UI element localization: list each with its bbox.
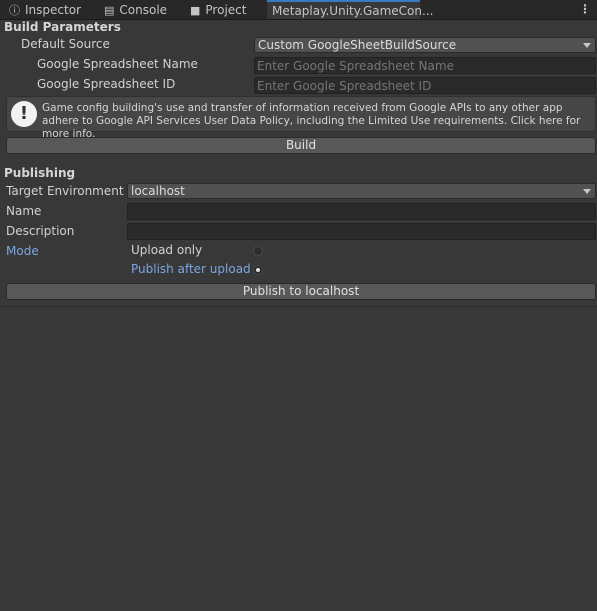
target-environment-dropdown[interactable]: localhost (127, 183, 596, 199)
tab-game-config-label: Metaplay.Unity.GameCon... (272, 4, 434, 18)
tab-console-label: Console (119, 3, 168, 17)
name-input[interactable] (127, 203, 596, 220)
warning-icon: ! (11, 101, 37, 127)
console-icon: ▤ (104, 4, 115, 17)
tab-inspector[interactable]: ⓘ Inspector (9, 0, 81, 19)
tab-project[interactable]: ■ Project (190, 0, 246, 19)
sheet-name-label: Google Spreadsheet Name (37, 57, 198, 71)
target-environment-label: Target Environment (6, 184, 124, 198)
info-icon: ⓘ (9, 4, 20, 17)
tab-project-label: Project (205, 3, 247, 17)
sheet-name-input[interactable] (254, 57, 596, 74)
build-button[interactable]: Build (6, 137, 596, 154)
mode-publish-after-upload-label[interactable]: Publish after upload (131, 262, 251, 276)
google-api-policy-helpbox[interactable]: ! Game config building's use and transfe… (6, 96, 596, 140)
default-source-label: Default Source (21, 37, 110, 51)
mode-upload-only-radio[interactable] (253, 246, 263, 256)
build-parameters-header: Build Parameters (4, 20, 121, 34)
publish-button[interactable]: Publish to localhost (6, 283, 596, 300)
chevron-down-icon (583, 43, 591, 48)
tab-game-config[interactable]: Metaplay.Unity.GameCon... (267, 0, 433, 19)
mode-label: Mode (6, 244, 39, 258)
target-environment-value: localhost (131, 184, 185, 198)
sheet-id-input[interactable] (254, 77, 596, 94)
sheet-id-label: Google Spreadsheet ID (37, 77, 176, 91)
description-label: Description (6, 224, 75, 238)
chevron-down-icon (583, 189, 591, 194)
more-options-icon[interactable]: ⋮ (579, 0, 591, 19)
tab-bar: ⓘ Inspector ▤ Console ■ Project Metaplay.Un… (0, 0, 597, 20)
tab-console[interactable]: ▤ Console (104, 0, 167, 19)
description-input[interactable] (127, 223, 596, 240)
mode-publish-after-upload-radio[interactable] (253, 265, 263, 275)
tab-inspector-label: Inspector (25, 3, 81, 17)
google-api-policy-text: Game config building's use and transfer … (42, 102, 581, 140)
default-source-value: Custom GoogleSheetBuildSource (258, 38, 457, 52)
section-divider (0, 306, 597, 307)
publishing-header: Publishing (4, 166, 76, 180)
folder-icon: ■ (190, 4, 201, 17)
name-label: Name (6, 204, 42, 218)
mode-upload-only-label[interactable]: Upload only (131, 243, 202, 257)
default-source-dropdown[interactable]: Custom GoogleSheetBuildSource (254, 37, 596, 53)
